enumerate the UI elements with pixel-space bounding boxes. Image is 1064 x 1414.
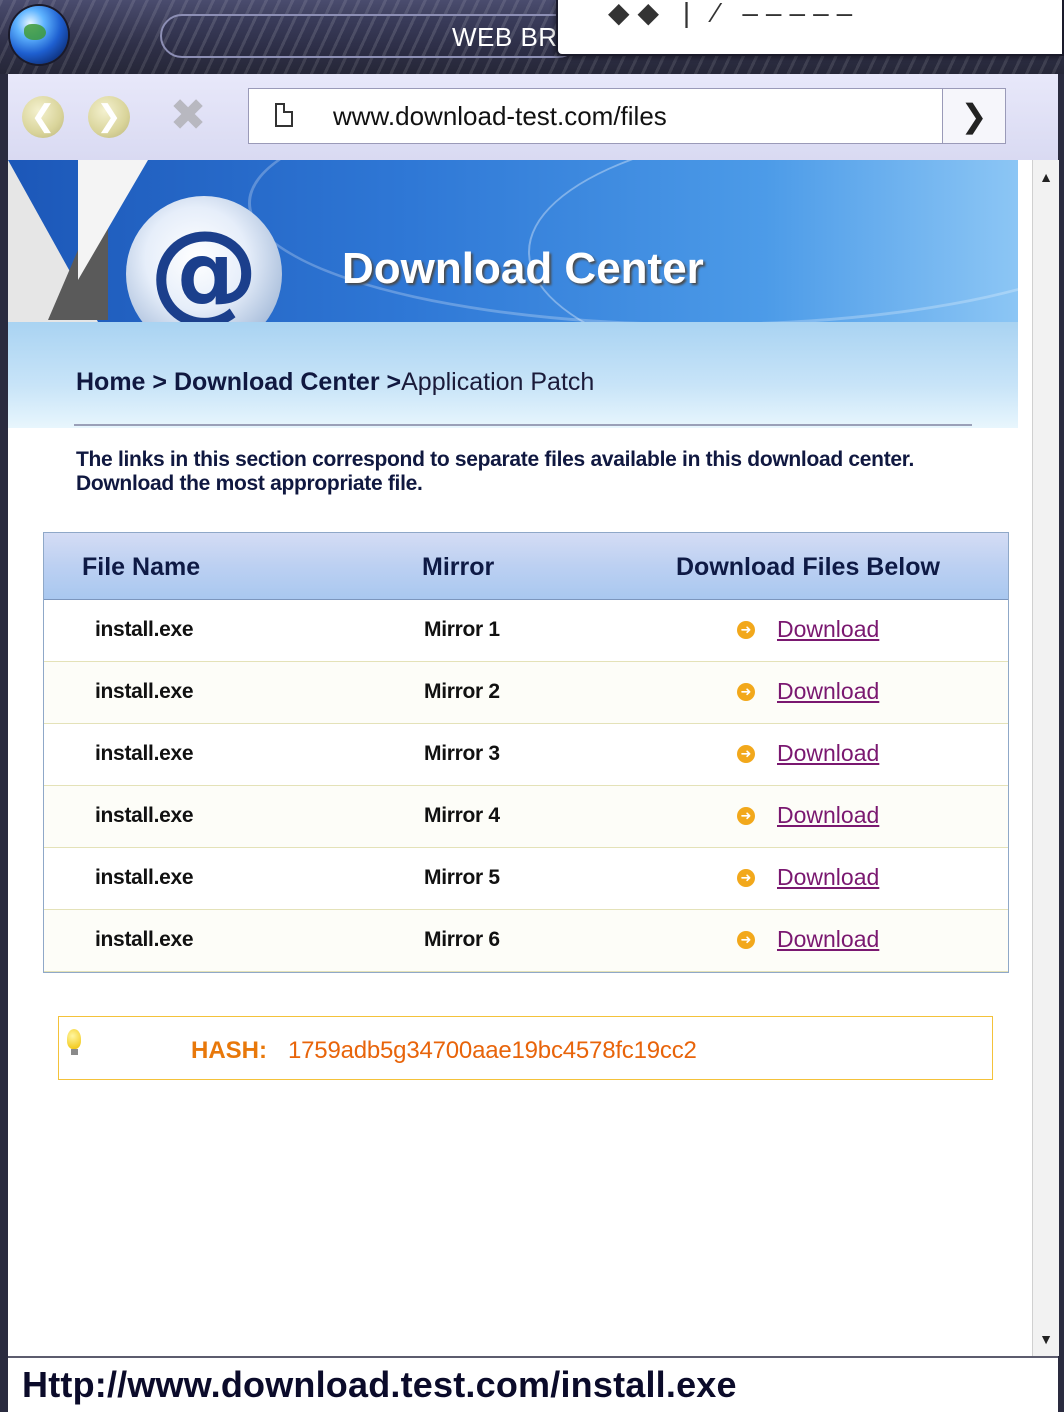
file-name-cell: install.exe [95, 680, 194, 703]
table-row: install.exe Mirror 1 ➜ Download [44, 600, 1008, 662]
download-link[interactable]: Download [777, 740, 879, 767]
status-bar: Http://www.download.test.com/install.exe [8, 1356, 1058, 1414]
browser-globe-icon [10, 6, 68, 64]
file-name-cell: install.exe [95, 804, 194, 827]
banner: @ Download Center [8, 160, 1018, 322]
stop-x-icon: ✖ [169, 91, 207, 140]
address-bar[interactable]: www.download-test.com/files ❯ [248, 88, 1006, 144]
download-link[interactable]: Download [777, 678, 879, 705]
back-button[interactable]: ❮ [22, 96, 64, 138]
overlapping-window-glyphs: ◆◆ | ⁄ ‒‒‒‒‒ [608, 0, 861, 28]
breadcrumb: Home > Download Center >Application Patc… [76, 368, 594, 397]
download-link[interactable]: Download [777, 864, 879, 891]
breadcrumb-current: Application Patch [401, 368, 595, 396]
table-row: install.exe Mirror 4 ➜ Download [44, 786, 1008, 848]
intro-text: The links in this section correspond to … [76, 448, 915, 495]
header-mirror: Mirror [422, 553, 495, 581]
scroll-down-arrow-icon[interactable]: ▼ [1033, 1326, 1059, 1352]
page-icon [275, 103, 293, 127]
mirror-cell: Mirror 5 [424, 866, 500, 889]
download-arrow-icon: ➜ [737, 745, 755, 763]
download-arrow-icon: ➜ [737, 931, 755, 949]
overlapping-window[interactable]: ◆◆ | ⁄ ‒‒‒‒‒ [556, 0, 1064, 56]
table-row: install.exe Mirror 6 ➜ Download [44, 910, 1008, 972]
download-arrow-icon: ➜ [737, 683, 755, 701]
download-arrow-icon: ➜ [737, 807, 755, 825]
forward-arrow-icon: ❯ [96, 100, 122, 133]
mirror-cell: Mirror 1 [424, 618, 500, 641]
download-arrow-icon: ➜ [737, 869, 755, 887]
window-title: WEB BR [452, 22, 558, 52]
file-name-cell: install.exe [95, 866, 194, 889]
breadcrumb-separator: > [152, 368, 168, 396]
page-viewport: @ Download Center Home > Download Center… [8, 160, 1032, 1356]
download-link[interactable]: Download [777, 802, 879, 829]
url-text[interactable]: www.download-test.com/files [333, 101, 667, 132]
lightbulb-icon [67, 1029, 81, 1055]
file-table: File Name Mirror Download Files Below in… [43, 532, 1009, 973]
banner-swoosh [528, 160, 1018, 322]
hash-value: 1759adb5g34700aae19bc4578fc19cc2 [288, 1037, 697, 1064]
download-link[interactable]: Download [777, 926, 879, 953]
file-name-cell: install.exe [95, 928, 194, 951]
table-body: install.exe Mirror 1 ➜ Download install.… [44, 600, 1008, 972]
hash-box: HASH: 1759adb5g34700aae19bc4578fc19cc2 [58, 1016, 993, 1080]
go-arrow-icon: ❯ [960, 98, 988, 134]
mirror-cell: Mirror 6 [424, 928, 500, 951]
table-row: install.exe Mirror 2 ➜ Download [44, 662, 1008, 724]
go-button[interactable]: ❯ [942, 89, 1005, 143]
mirror-cell: Mirror 3 [424, 742, 500, 765]
back-arrow-icon: ❮ [30, 100, 56, 133]
header-download: Download Files Below [676, 553, 940, 581]
banner-title: Download Center [342, 244, 704, 293]
download-link[interactable]: Download [777, 616, 879, 643]
file-name-cell: install.exe [95, 618, 194, 641]
hash-label: HASH: [191, 1037, 267, 1064]
scroll-up-arrow-icon[interactable]: ▲ [1033, 164, 1059, 190]
table-row: install.exe Mirror 3 ➜ Download [44, 724, 1008, 786]
stop-button[interactable]: ✖ [168, 94, 208, 138]
breadcrumb-separator: > [386, 368, 402, 396]
breadcrumb-download-center[interactable]: Download Center [174, 368, 380, 396]
file-name-cell: install.exe [95, 742, 194, 765]
window-frame-left [0, 74, 8, 1412]
status-text: Http://www.download.test.com/install.exe [22, 1364, 737, 1405]
header-file-name: File Name [82, 553, 201, 581]
browser-toolbar: ❮ ❯ ✖ www.download-test.com/files ❯ [8, 74, 1058, 161]
mirror-cell: Mirror 2 [424, 680, 500, 703]
table-header: File Name Mirror Download Files Below [44, 533, 1008, 600]
forward-button[interactable]: ❯ [88, 96, 130, 138]
vertical-scrollbar[interactable]: ▲ ▼ [1032, 160, 1059, 1356]
table-row: install.exe Mirror 5 ➜ Download [44, 848, 1008, 910]
download-arrow-icon: ➜ [737, 621, 755, 639]
breadcrumb-home[interactable]: Home [76, 368, 145, 396]
at-sign-logo-icon: @ [126, 196, 282, 322]
mirror-cell: Mirror 4 [424, 804, 500, 827]
divider [74, 424, 972, 426]
